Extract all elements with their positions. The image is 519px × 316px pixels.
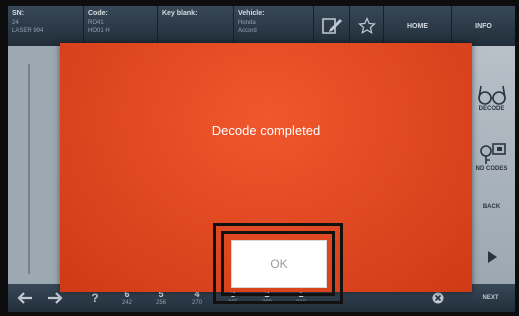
ok-button[interactable]: OK — [231, 240, 327, 288]
ok-highlight-frame: OK — [213, 223, 343, 304]
modal-overlay: Decode completed OK — [8, 6, 515, 312]
app-screen: SN: 24 LASER 994 Code: RO41 HO01 H Key b… — [8, 6, 515, 312]
dialog-message: Decode completed — [211, 123, 321, 138]
ok-highlight-frame-inner: OK — [221, 231, 335, 296]
